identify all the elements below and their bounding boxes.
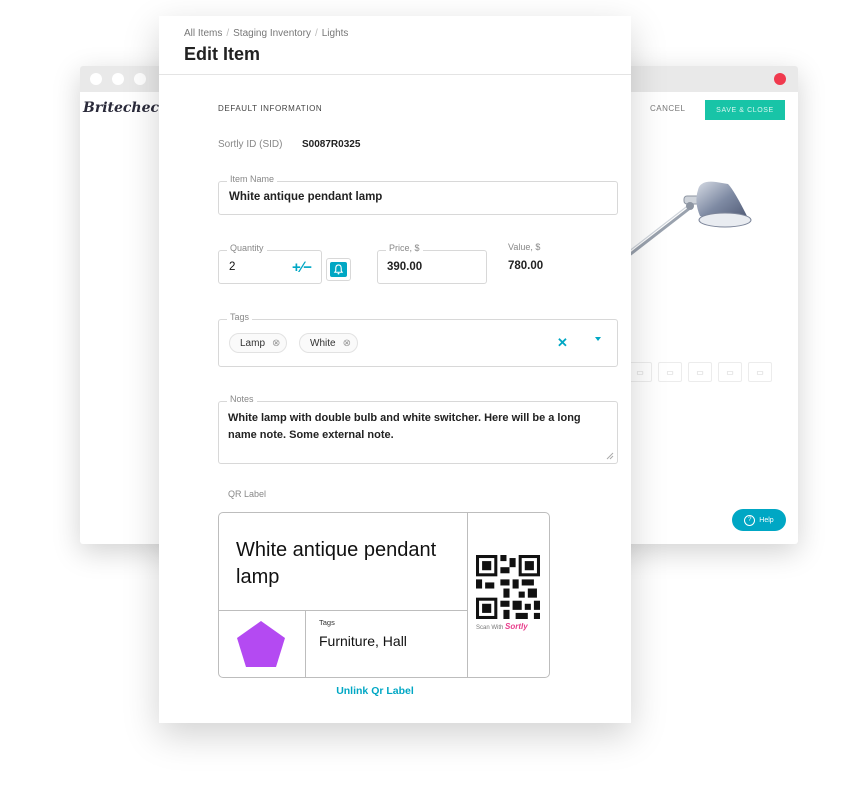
breadcrumb-all-items[interactable]: All Items <box>184 28 222 39</box>
tag-chip[interactable]: Lamp ⊗ <box>229 333 288 353</box>
breadcrumb-lights[interactable]: Lights <box>322 28 349 39</box>
quantity-label: Quantity <box>227 243 267 253</box>
qr-tags-value: Furniture, Hall <box>319 633 407 649</box>
remove-tag-icon[interactable]: ⊗ <box>272 338 280 349</box>
window-dot-icon[interactable] <box>112 73 124 85</box>
unlink-qr-label-link[interactable]: Unlink Qr Label <box>159 685 591 697</box>
calendar-icon: ▭ <box>718 362 742 382</box>
resize-handle-icon[interactable] <box>606 452 614 460</box>
clear-tags-icon[interactable]: ✕ <box>557 335 568 351</box>
sid-value: S0087R0325 <box>302 139 361 150</box>
question-icon: ? <box>744 514 756 526</box>
quantity-input[interactable]: 2 <box>229 261 235 273</box>
price-input[interactable]: 390.00 <box>387 261 422 273</box>
tags-field[interactable]: Tags Lamp ⊗ White ⊗ ✕ <box>218 312 618 367</box>
dialog-header: All Items / Staging Inventory / Lights Edit … <box>159 16 631 75</box>
pentagon-icon <box>237 621 285 667</box>
tags-label: Tags <box>227 312 253 322</box>
breadcrumb-staging-inventory[interactable]: Staging Inventory <box>233 28 311 39</box>
qr-scan-text: Scan With Sortly <box>476 622 528 631</box>
qr-code-icon <box>476 555 540 619</box>
plus-minus-icon[interactable]: +∕− <box>292 259 312 276</box>
window-dot-icon[interactable] <box>90 73 102 85</box>
qr-tags-label: Tags <box>319 618 335 627</box>
sid-label: Sortly ID (SID) <box>218 139 283 150</box>
item-name-field[interactable]: Item Name White antique pendant lamp <box>218 174 618 215</box>
tag-chip[interactable]: White ⊗ <box>299 333 358 353</box>
qr-label-card: White antique pendant lamp Tags Furnitur… <box>218 512 550 678</box>
value-amount: 780.00 <box>508 260 544 272</box>
low-stock-alert-button[interactable] <box>326 258 351 281</box>
calendar-icon: ▭ <box>688 362 712 382</box>
notes-label: Notes <box>227 394 257 404</box>
edit-item-dialog: All Items / Staging Inventory / Lights Edit … <box>159 16 631 723</box>
qr-item-name: White antique pendant lamp <box>236 539 437 588</box>
help-label: Help <box>759 516 774 524</box>
lamp-product-image <box>628 181 752 258</box>
help-button[interactable]: ? Help <box>732 509 786 531</box>
value-label: Value, $ <box>508 242 541 252</box>
qr-label-title: QR Label <box>228 489 267 499</box>
save-close-button[interactable]: SAVE & CLOSE <box>705 100 785 120</box>
scan-with-label: Scan With <box>476 625 504 631</box>
quantity-field[interactable]: Quantity 2 +∕− <box>218 243 322 284</box>
item-name-input[interactable]: White antique pendant lamp <box>229 191 382 203</box>
price-field[interactable]: Price, $ 390.00 <box>377 243 487 284</box>
sortly-brand: Sortly <box>505 622 528 631</box>
cancel-button[interactable]: CANCEL <box>650 104 685 113</box>
remove-tag-icon[interactable]: ⊗ <box>343 338 351 349</box>
price-label: Price, $ <box>386 243 423 253</box>
calendar-icon: ▭ <box>748 362 772 382</box>
calendar-icon: ▭ <box>628 362 652 382</box>
tag-chip-label: White <box>310 337 336 349</box>
calendar-icon: ▭ <box>658 362 682 382</box>
tag-chip-label: Lamp <box>240 337 266 349</box>
item-name-label: Item Name <box>227 174 278 184</box>
window-dot-icon[interactable] <box>134 73 146 85</box>
brand-logo: Britecheck <box>83 100 169 116</box>
notes-field[interactable]: Notes White lamp with double bulb and wh… <box>218 394 618 464</box>
close-dot-icon[interactable] <box>774 73 786 85</box>
notes-textarea[interactable]: White lamp with double bulb and white sw… <box>228 410 588 444</box>
breadcrumb: All Items / Staging Inventory / Lights <box>184 28 349 39</box>
bell-icon <box>330 262 347 277</box>
page-title: Edit Item <box>184 44 261 64</box>
chevron-down-icon[interactable] <box>595 337 601 341</box>
section-title: DEFAULT INFORMATION <box>218 104 323 113</box>
